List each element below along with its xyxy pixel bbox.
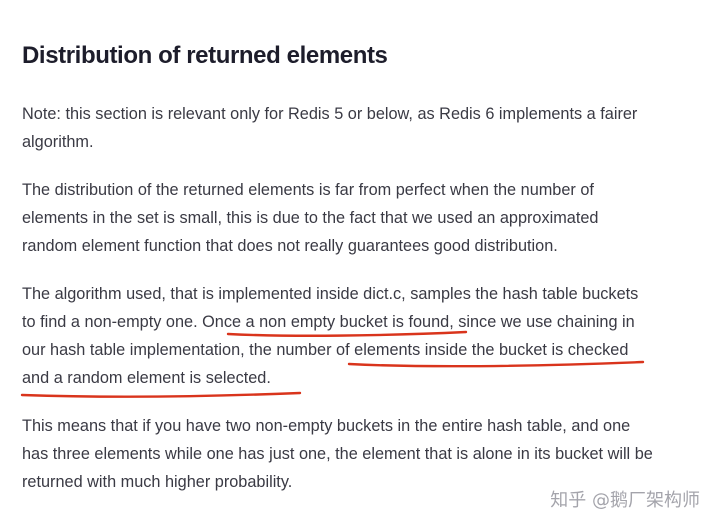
paragraph-line: our hash table implementation, the numbe… bbox=[22, 341, 629, 359]
paragraph-line: The algorithm used, that is implemented … bbox=[22, 285, 639, 303]
watermark: 知乎 @鹅厂架构师 bbox=[550, 490, 700, 511]
paragraph-line: This means that if you have two non-empt… bbox=[22, 417, 631, 435]
algorithm-paragraph: The algorithm used, that is implemented … bbox=[22, 280, 638, 392]
paragraph-line: Note: this section is relevant only for … bbox=[22, 105, 638, 123]
underline-stroke bbox=[20, 391, 302, 398]
paragraph-line: The distribution of the returned element… bbox=[22, 181, 594, 199]
paragraph-line: elements in the set is small, this is du… bbox=[22, 209, 599, 227]
paragraph-line: and a random element is selected. bbox=[22, 369, 271, 387]
probability-paragraph: This means that if you have two non-empt… bbox=[22, 412, 653, 496]
paragraph-line: to find a non-empty one. Once a non empt… bbox=[22, 313, 635, 331]
paragraph-line: has three elements while one has just on… bbox=[22, 445, 653, 463]
distribution-paragraph: The distribution of the returned element… bbox=[22, 176, 598, 260]
paragraph-line: algorithm. bbox=[22, 133, 94, 151]
note-paragraph: Note: this section is relevant only for … bbox=[22, 100, 637, 156]
section-heading: Distribution of returned elements bbox=[22, 42, 388, 69]
paragraph-line: random element function that does not re… bbox=[22, 237, 558, 255]
